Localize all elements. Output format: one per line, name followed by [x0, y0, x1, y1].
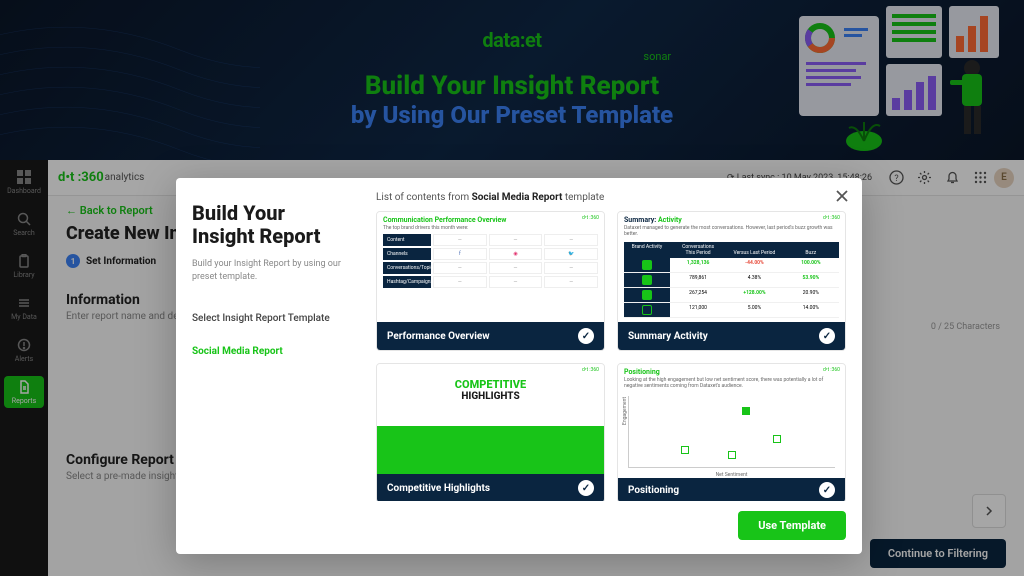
- card-label: Summary Activity: [628, 331, 708, 342]
- positioning-chart: Engagement: [628, 396, 835, 468]
- modal-title: Build YourInsight Report: [192, 202, 360, 248]
- preview-title: Summary: Summary: ActivityActivity: [618, 212, 845, 225]
- preview-sub: Looking at the high engagement but low n…: [618, 377, 845, 392]
- list-heading: List of contents from Social Media Repor…: [376, 192, 846, 203]
- template-option-social-media[interactable]: Social Media Report: [192, 346, 360, 357]
- modal-desc: Build your Insight Report by using our p…: [192, 258, 360, 283]
- preview-sub: Dataxet managed to generate the most con…: [618, 225, 845, 240]
- check-icon: ✓: [819, 482, 835, 498]
- template-label: Select Insight Report Template: [192, 313, 360, 324]
- card-label: Performance Overview: [387, 331, 490, 342]
- card-label: Positioning: [628, 485, 679, 496]
- check-icon: ✓: [578, 480, 594, 496]
- preview-title: Communication Performance Overview: [377, 212, 604, 225]
- preview-sub: The top brand drivers this month were:: [377, 225, 604, 234]
- preview-title: COMPETITIVE: [377, 364, 604, 391]
- close-button[interactable]: [832, 186, 852, 206]
- template-card-summary[interactable]: d•t :360 Summary: Summary: ActivityActiv…: [617, 211, 846, 351]
- template-card-competitive[interactable]: d•t :360 COMPETITIVE HIGHLIGHTS Competit…: [376, 363, 605, 501]
- card-label: Competitive Highlights: [387, 483, 490, 494]
- template-card-performance[interactable]: d•t :360 Communication Performance Overv…: [376, 211, 605, 351]
- template-modal: Build YourInsight Report Build your Insi…: [176, 178, 862, 554]
- check-icon: ✓: [578, 328, 594, 344]
- template-card-positioning[interactable]: d•t :360 Positioning Looking at the high…: [617, 363, 846, 501]
- check-icon: ✓: [819, 328, 835, 344]
- use-template-button[interactable]: Use Template: [738, 511, 846, 540]
- preview-sub: HIGHLIGHTS: [377, 391, 604, 402]
- preview-title: Positioning: [618, 364, 845, 377]
